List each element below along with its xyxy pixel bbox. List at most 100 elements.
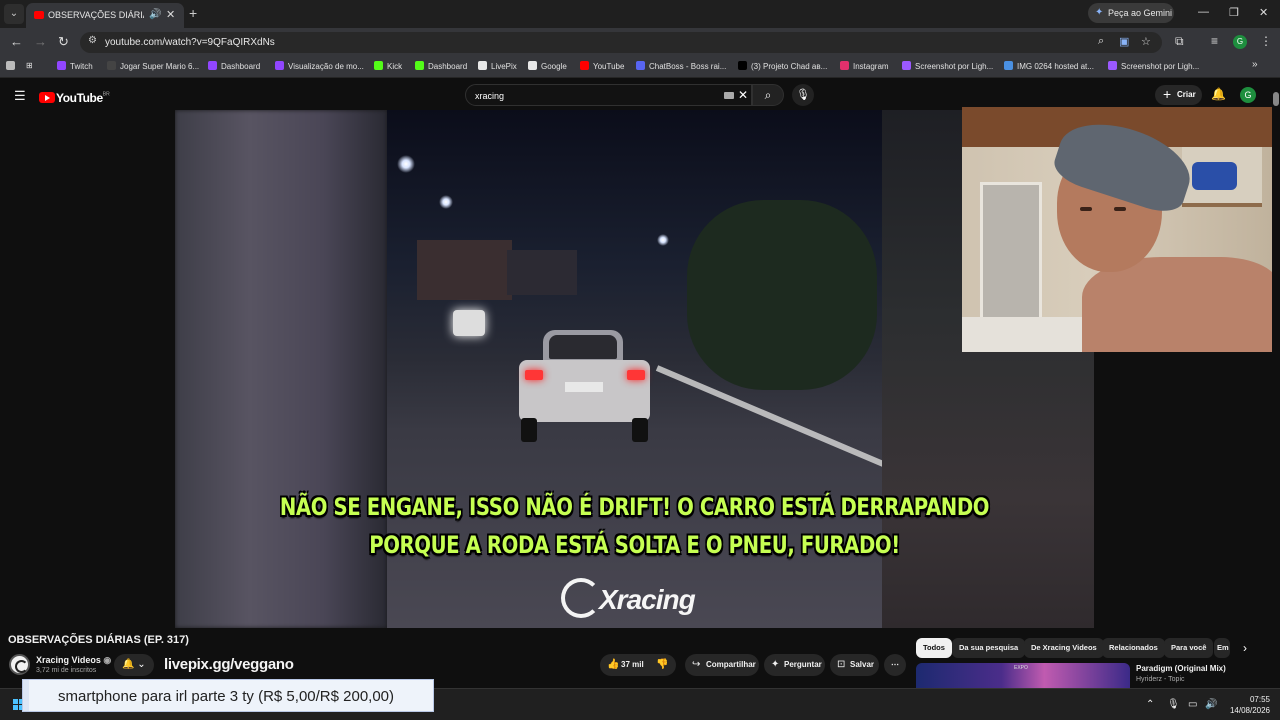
apps-icon[interactable] [6, 61, 19, 71]
ask-button[interactable]: ✦ Perguntar [764, 654, 825, 676]
lightshot-icon [1108, 61, 1117, 70]
hamburger-menu-icon[interactable]: ☰ [14, 88, 26, 104]
voice-search-icon[interactable]: 🎙 [792, 84, 814, 106]
subtitle-line: PORQUE A RODA ESTÁ SOLTA E O PNEU, FURAD… [369, 531, 900, 559]
chip-related[interactable]: Relacionados [1102, 638, 1165, 658]
bookmark-item[interactable]: Kick [374, 61, 402, 71]
bookmark-item[interactable]: YouTube [580, 61, 624, 71]
bookmark-item[interactable]: ChatBoss - Boss rai... [636, 61, 726, 71]
site-info-icon[interactable]: ⚙ [88, 35, 97, 46]
youtube-logo[interactable]: YouTubeBR [39, 89, 110, 105]
tab-active[interactable]: OBSERVAÇÕES DIÁRIAS (EP. 🔊 ✕ [26, 3, 184, 28]
chip-from-channel[interactable]: De Xracing Videos [1024, 638, 1104, 658]
livepix-icon [478, 61, 487, 70]
more-actions-icon[interactable]: ⋯ [884, 654, 906, 676]
account-avatar[interactable]: G [1240, 87, 1256, 103]
address-toolbar: ← → ↻ ⚙ youtube.com/watch?v=9QFaQIRXdNs … [0, 28, 1280, 56]
bookmark-item[interactable]: Screenshot por Ligh... [902, 61, 993, 71]
cast-icon[interactable]: ▣ [1119, 35, 1129, 48]
search-query[interactable]: xracing [475, 91, 504, 101]
bookmark-item[interactable]: Jogar Super Mario 6... [107, 61, 199, 71]
forward-button[interactable]: → [34, 34, 47, 49]
new-tab-button[interactable]: + [189, 5, 197, 21]
restore-button[interactable]: ❐ [1229, 6, 1239, 19]
tab-search-button[interactable]: ⌄ [4, 4, 24, 24]
chip-from-search[interactable]: Da sua pesquisa [952, 638, 1026, 658]
share-icon: ↪ [692, 659, 701, 670]
recommendation-channel[interactable]: Hyriderz - Topic [1136, 676, 1185, 683]
twitch-icon [275, 61, 284, 70]
bookmark-item[interactable]: Visualização de mo... [275, 61, 364, 71]
tray-chevron-icon[interactable]: ⌃ [1146, 699, 1154, 710]
browser-menu-icon[interactable]: ⋮ [1260, 34, 1272, 48]
volume-icon[interactable]: 🔊 [1205, 699, 1217, 710]
url-text[interactable]: youtube.com/watch?v=9QFaQIRXdNs [105, 37, 275, 48]
clear-search-icon[interactable]: ✕ [738, 88, 748, 102]
oncoming-car [453, 310, 485, 336]
reload-button[interactable]: ↻ [58, 34, 69, 50]
bookmark-item[interactable]: Google [528, 61, 567, 71]
share-button[interactable]: ↪ Compartilhar [685, 654, 759, 676]
bookmark-item[interactable]: Twitch [57, 61, 93, 71]
drifting-car [517, 330, 652, 445]
kick-icon [415, 61, 424, 70]
system-clock[interactable]: 07:55 14/08/2026 [1220, 694, 1270, 716]
save-icon: ⊡ [837, 659, 846, 670]
display-icon[interactable]: ▭ [1188, 699, 1197, 710]
chips-next-icon[interactable]: › [1243, 641, 1247, 655]
bookmark-item[interactable]: Instagram [840, 61, 889, 71]
zoom-icon[interactable]: ⌕ [1098, 35, 1104, 48]
video-player[interactable]: NÃO SE ENGANE, ISSO NÃO É DRIFT! O CARRO… [175, 110, 1094, 628]
recommendation-title[interactable]: Paradigm (Original Mix) [1136, 664, 1226, 673]
microphone-icon[interactable]: 🎙 [1167, 699, 1180, 710]
bookmark-star-icon[interactable]: ☆ [1141, 35, 1151, 48]
youtube-page: ☰ YouTubeBR xracing ✕ ⌕ 🎙 Criar 🔔 G [0, 78, 1280, 689]
bookmark-item[interactable]: Dashboard [208, 61, 260, 71]
minimize-button[interactable]: — [1198, 6, 1209, 18]
more-bookmarks-icon[interactable]: » [1252, 59, 1258, 70]
bookmark-item[interactable]: Dashboard [415, 61, 467, 71]
tab-title: OBSERVAÇÕES DIÁRIAS (EP. [48, 10, 144, 20]
search-button[interactable]: ⌕ [752, 84, 784, 106]
chatboss-icon [636, 61, 645, 70]
recommendation-thumbnail[interactable]: EXPO [916, 663, 1130, 689]
speaker-icon[interactable]: 🔊 [149, 9, 161, 20]
back-button[interactable]: ← [10, 34, 23, 49]
create-button[interactable]: Criar [1155, 84, 1202, 105]
channel-avatar[interactable] [9, 654, 30, 675]
close-tab-icon[interactable]: ✕ [166, 8, 175, 21]
donation-goal-overlay: smartphone para irl parte 3 ty (R$ 5,00/… [22, 679, 434, 712]
thumbs-down-icon[interactable]: 👎 [656, 654, 668, 676]
keyboard-icon[interactable] [724, 92, 734, 99]
channel-subscribers: 3,72 mi de inscritos [36, 667, 97, 674]
omnibox[interactable]: ⚙ youtube.com/watch?v=9QFaQIRXdNs ⌕ ▣ ☆ [80, 32, 1162, 53]
grid-icon[interactable]: ⊞ [26, 61, 33, 70]
profile-avatar[interactable]: G [1233, 35, 1247, 49]
save-button[interactable]: ⊡ Salvar [830, 654, 879, 676]
extensions-icon[interactable]: ⧉ [1175, 34, 1184, 49]
channel-name[interactable]: Xracing Videos ◉ [36, 655, 111, 666]
chip-all[interactable]: Todos [916, 638, 952, 658]
search-input[interactable]: xracing ✕ [465, 84, 752, 106]
youtube-favicon-icon [34, 11, 44, 19]
notifications-bell-icon[interactable]: 🔔 [1211, 87, 1226, 101]
like-button[interactable]: 👍 37 mil 👎 [600, 654, 676, 676]
media-control-icon[interactable]: ≡ [1211, 34, 1218, 48]
youtube-icon [580, 61, 589, 70]
lightshot-icon [902, 61, 911, 70]
tab-strip: ⌄ OBSERVAÇÕES DIÁRIAS (EP. 🔊 ✕ + Peça ao… [0, 0, 1280, 28]
close-window-button[interactable]: ✕ [1259, 6, 1268, 19]
page-scrollbar[interactable] [1272, 78, 1280, 688]
twitch-icon [208, 61, 217, 70]
gemini-button[interactable]: Peça ao Gemini [1088, 3, 1174, 23]
chip-partial[interactable]: Em [1214, 638, 1230, 658]
bookmark-item[interactable]: (3) Projeto Chad ав... [738, 61, 827, 71]
chip-for-you[interactable]: Para você [1164, 638, 1214, 658]
subtitle-line: NÃO SE ENGANE, ISSO NÃO É DRIFT! O CARRO… [279, 493, 990, 521]
streetlight [397, 155, 415, 173]
youtube-play-icon [39, 92, 55, 103]
subscription-bell-button[interactable]: 🔔 ⌄ [114, 654, 154, 676]
bookmark-item[interactable]: IMG 0264 hosted at... [1004, 61, 1094, 71]
bookmark-item[interactable]: Screenshot por Ligh... [1108, 61, 1199, 71]
bookmark-item[interactable]: LivePix [478, 61, 517, 71]
